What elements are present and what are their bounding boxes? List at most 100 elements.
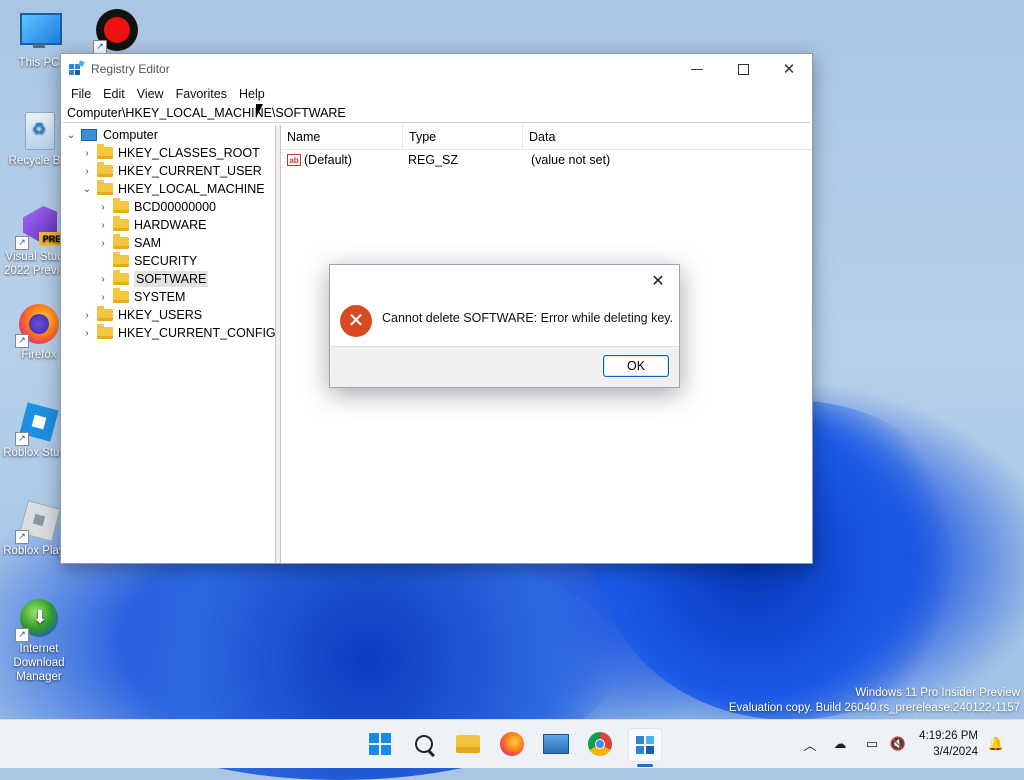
dialog-close-button[interactable]: ✕ (643, 269, 673, 293)
tree-item-hkcc[interactable]: › HKEY_CURRENT_CONFIG (81, 324, 276, 342)
tree-item-computer[interactable]: ⌄ Computer (65, 126, 158, 144)
folder-icon (97, 180, 113, 195)
visual-studio-icon: PRE ↗ (15, 204, 65, 250)
registry-tree[interactable]: ⌄ Computer › HKEY_CLASSES_ROOT › HKEY_CU… (61, 125, 276, 563)
chevron-right-icon[interactable]: › (97, 220, 109, 231)
ok-button[interactable]: OK (603, 355, 669, 377)
maximize-icon (737, 63, 749, 75)
menu-edit[interactable]: Edit (97, 87, 131, 101)
record-icon: ↗ (93, 8, 139, 54)
remote-desktop-button[interactable] (540, 728, 572, 760)
maximize-button[interactable] (720, 54, 766, 84)
list-item[interactable]: ab (Default) REG_SZ (value not set) (281, 150, 812, 170)
file-explorer-button[interactable] (452, 728, 484, 760)
address-bar[interactable]: Computer\HKEY_LOCAL_MACHINE\SOFTWARE (63, 104, 810, 123)
tree-item-hardware[interactable]: › HARDWARE (97, 216, 206, 234)
network-button[interactable]: ▭ (862, 734, 882, 754)
start-icon (369, 733, 391, 755)
watermark-line-2: Evaluation copy. Build 26040.rs_prerelea… (728, 702, 1020, 714)
file-explorer-icon (456, 735, 480, 753)
firefox-taskbar-button[interactable] (496, 728, 528, 760)
folder-icon (97, 144, 113, 159)
minimize-button[interactable]: — (674, 54, 720, 84)
tree-item-sam[interactable]: › SAM (97, 234, 161, 252)
folder-icon (97, 324, 113, 339)
network-icon: ▭ (865, 736, 879, 752)
dialog-footer: OK (330, 346, 679, 387)
tree-item-label: HKEY_USERS (118, 308, 203, 322)
cloud-offline-icon: ☁ (833, 736, 847, 752)
desktop-icon-label: Internet Download Manager (13, 643, 65, 683)
string-value-icon: ab (287, 154, 301, 166)
notifications-button[interactable]: 🔔 (986, 734, 1006, 754)
folder-icon (113, 234, 129, 249)
chrome-button[interactable] (584, 728, 616, 760)
evaluation-watermark: Windows 11 Pro Insider Preview Evaluatio… (729, 686, 1020, 716)
show-hidden-icons-button[interactable]: ︿ (800, 734, 820, 754)
chevron-right-icon[interactable]: › (81, 310, 93, 321)
column-header-type[interactable]: Type (403, 125, 523, 149)
chevron-right-icon[interactable]: › (81, 148, 93, 159)
tree-item-software[interactable]: › SOFTWARE (97, 270, 209, 288)
volume-button[interactable]: 🔇 (888, 734, 908, 754)
tree-item-label: HKEY_CURRENT_USER (118, 164, 262, 178)
menu-view[interactable]: View (131, 87, 170, 101)
minimize-icon: — (690, 61, 704, 77)
column-header-data[interactable]: Data (523, 125, 683, 149)
start-button[interactable] (364, 728, 396, 760)
window-title: Registry Editor (91, 62, 170, 76)
registry-editor-icon (636, 736, 654, 754)
value-type: REG_SZ (408, 153, 459, 167)
registry-editor-icon (69, 60, 85, 76)
tree-item-hkcu[interactable]: › HKEY_CURRENT_USER (81, 162, 262, 180)
value-name: (Default) (304, 153, 352, 167)
menu-bar: File Edit View Favorites Help (61, 84, 812, 104)
search-button[interactable] (408, 728, 440, 760)
idm-icon: ⬇ ↗ (15, 596, 61, 642)
tree-item-hku[interactable]: › HKEY_USERS (81, 306, 202, 324)
chevron-right-icon[interactable]: › (97, 202, 109, 213)
taskbar: ︿ ☁ ▭ 🔇 4:19:26 PM 3/4/2024 🔔 (0, 719, 1024, 768)
menu-favorites[interactable]: Favorites (170, 87, 233, 101)
active-app-indicator (637, 764, 653, 767)
chevron-right-icon[interactable]: › (97, 274, 109, 285)
desktop-icon-label: This PC (18, 57, 60, 69)
address-path: Computer\HKEY_LOCAL_MACHINE\SOFTWARE (67, 106, 346, 120)
close-icon: ✕ (651, 273, 665, 290)
computer-icon (81, 129, 97, 141)
tree-item-label: Computer (103, 128, 158, 142)
chrome-icon (588, 732, 612, 756)
chevron-down-icon[interactable]: ⌄ (81, 184, 93, 195)
desktop-icon-recorder[interactable]: ↗ (79, 8, 155, 54)
tree-item-bcd[interactable]: › BCD00000000 (97, 198, 216, 216)
watermark-line-1: Windows 11 Pro Insider Preview (855, 687, 1020, 699)
chevron-right-icon[interactable]: › (81, 328, 93, 339)
search-icon (415, 735, 435, 757)
tree-item-label: SYSTEM (134, 290, 186, 304)
clock[interactable]: 4:19:26 PM 3/4/2024 (919, 728, 978, 760)
close-icon: ✕ (782, 60, 796, 78)
column-header-name[interactable]: Name (281, 125, 403, 149)
shortcut-arrow-icon: ↗ (93, 40, 107, 54)
close-button[interactable]: ✕ (766, 54, 812, 84)
folder-icon (113, 288, 129, 303)
error-dialog[interactable]: ✕ ✕ Cannot delete SOFTWARE: Error while … (329, 264, 680, 388)
tree-item-security[interactable]: SECURITY (97, 252, 197, 270)
remote-desktop-icon (543, 734, 569, 754)
registry-editor-taskbar-button[interactable] (628, 728, 662, 762)
title-bar[interactable]: Registry Editor — ✕ (61, 54, 812, 84)
menu-file[interactable]: File (65, 87, 97, 101)
chevron-down-icon[interactable]: ⌄ (65, 130, 77, 141)
shortcut-arrow-icon: ↗ (15, 530, 29, 544)
tree-item-system[interactable]: › SYSTEM (97, 288, 185, 306)
folder-icon (113, 252, 129, 267)
chevron-right-icon[interactable]: › (81, 166, 93, 177)
menu-help[interactable]: Help (233, 87, 271, 101)
chevron-right-icon[interactable]: › (97, 238, 109, 249)
desktop-icon-idm[interactable]: ⬇ ↗ Internet Download Manager (1, 596, 77, 684)
chevron-right-icon[interactable]: › (97, 292, 109, 303)
folder-icon (97, 162, 113, 177)
tree-item-hkcr[interactable]: › HKEY_CLASSES_ROOT (81, 144, 260, 162)
cloud-offline-button[interactable]: ☁ (830, 734, 850, 754)
tree-item-hklm[interactable]: ⌄ HKEY_LOCAL_MACHINE (81, 180, 265, 198)
